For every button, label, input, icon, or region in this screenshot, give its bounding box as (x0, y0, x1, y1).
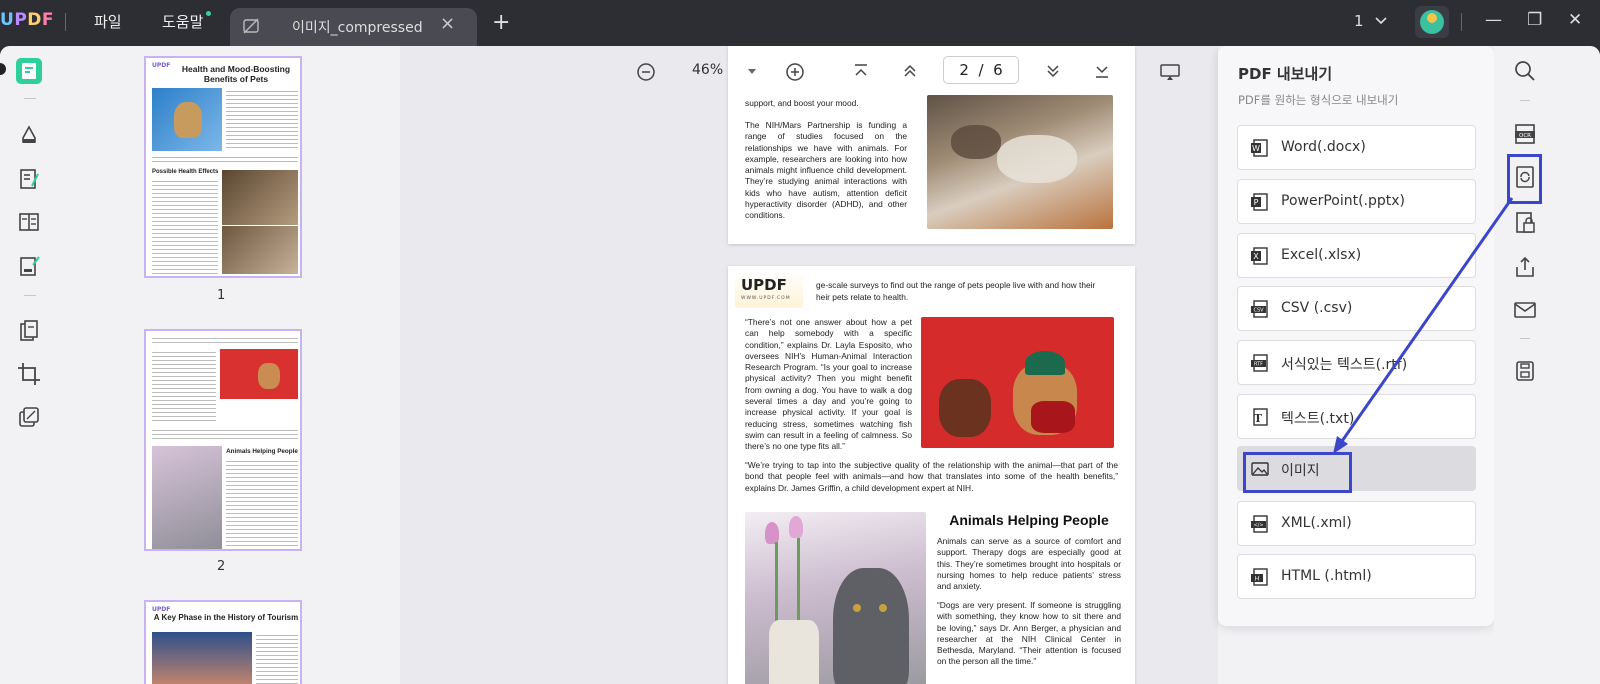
title-separator-2 (1461, 13, 1462, 31)
menu-help[interactable]: 도움말 (162, 11, 203, 32)
compressed-doc-icon (243, 18, 259, 34)
annotation-arrow (1333, 197, 1514, 454)
app-body: UPDF Health and Mood-Boosting Benefits o… (0, 46, 1600, 684)
help-notification-dot (206, 11, 211, 16)
tab-title: 이미지_compressed (292, 20, 423, 36)
add-tab-button[interactable]: + (492, 10, 510, 35)
chevron-down-icon (1375, 17, 1387, 25)
minimize-button[interactable]: — (1485, 10, 1502, 30)
app-logo: UPDF (0, 10, 55, 30)
tab-close-button[interactable]: × (440, 13, 455, 34)
window-page-indicator[interactable]: 1 (1354, 12, 1388, 30)
document-tab[interactable]: 이미지_compressed × (230, 8, 477, 46)
title-separator (65, 13, 66, 31)
menu-file[interactable]: 파일 (94, 11, 122, 32)
restore-button[interactable]: ❐ (1527, 10, 1542, 30)
user-avatar[interactable] (1415, 6, 1449, 38)
title-bar: UPDF 파일 도움말 이미지_compressed × + 1 — ❐ ✕ (0, 0, 1600, 46)
close-window-button[interactable]: ✕ (1568, 10, 1582, 30)
